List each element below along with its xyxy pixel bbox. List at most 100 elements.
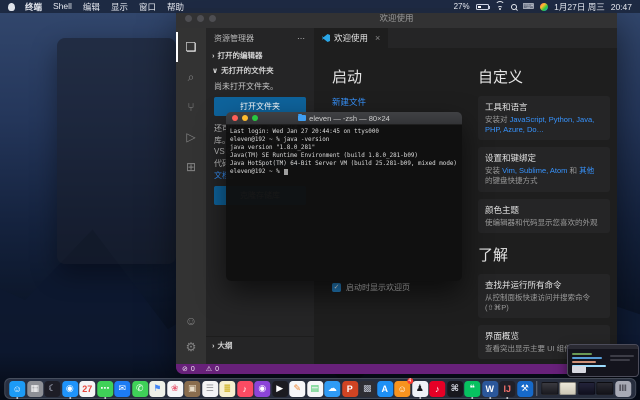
extensions-icon[interactable]: ⊞	[176, 152, 206, 182]
menu-item[interactable]: 编辑	[83, 1, 100, 13]
minimized-window-preview[interactable]	[567, 344, 639, 377]
finder[interactable]: ☺	[9, 381, 25, 397]
warnings-count: 0	[215, 366, 219, 373]
status-bar[interactable]: ⊘ 0 ⚠ 0	[176, 364, 617, 374]
maps[interactable]: ⚑	[149, 381, 165, 397]
wechat[interactable]: ❝	[464, 381, 480, 397]
preview-titlebar	[568, 345, 638, 349]
xcode[interactable]: ⚒	[517, 381, 533, 397]
minimize-window-button[interactable]	[197, 15, 204, 22]
desc-segment: 从控制面板快速访问并搜索命令 (⇧⌘P)	[485, 293, 590, 312]
dict-app[interactable]: ☺	[394, 381, 410, 397]
terminal-titlebar[interactable]: eleven — -zsh — 80×24	[226, 112, 462, 125]
podcasts[interactable]: ◉	[254, 381, 270, 397]
card-all-commands[interactable]: 查找并运行所有命令 从控制面板快速访问并搜索命令 (⇧⌘P)	[478, 274, 610, 318]
messages[interactable]: ⋯	[97, 381, 113, 397]
wifi-icon[interactable]	[495, 3, 505, 11]
apple-menu-icon[interactable]	[8, 3, 15, 11]
menu-item[interactable]: 窗口	[139, 1, 156, 13]
search-icon[interactable]: ⌕	[176, 62, 206, 92]
background-window[interactable]	[57, 38, 176, 264]
input-source-icon[interactable]: ⌨	[523, 2, 535, 11]
grille-app[interactable]: ▩	[359, 381, 375, 397]
terminal-title: eleven — -zsh — 80×24	[309, 114, 390, 123]
trash-icon[interactable]: Ⅲ	[615, 381, 631, 397]
close-window-button[interactable]	[232, 115, 238, 121]
cloud-app[interactable]: ☁	[324, 381, 340, 397]
minimized-code-window[interactable]	[578, 382, 595, 395]
qq[interactable]: ♟	[412, 381, 428, 397]
mail[interactable]: ✉	[114, 381, 130, 397]
show-welcome-checkbox-row[interactable]: ✓ 启动时显示欢迎页	[332, 282, 410, 293]
menu-item[interactable]: 显示	[111, 1, 128, 13]
calendar[interactable]: 27	[79, 381, 95, 397]
box-app[interactable]: ▣	[184, 381, 200, 397]
notes[interactable]: ≣	[219, 381, 235, 397]
powerpoint[interactable]: P	[342, 381, 358, 397]
numbers[interactable]: ▤	[307, 381, 323, 397]
minimize-window-button[interactable]	[242, 115, 248, 121]
night-app[interactable]: ☾	[44, 381, 60, 397]
battery-percentage: 27%	[454, 2, 470, 11]
run-debug-icon[interactable]: ▷	[176, 122, 206, 152]
terminal-window-controls	[232, 115, 258, 121]
colorful-app-icon[interactable]	[540, 3, 548, 11]
safari[interactable]: ◉	[62, 381, 78, 397]
account-icon[interactable]: ☺	[176, 308, 206, 334]
chevron-down-icon: ∨	[212, 66, 218, 75]
errors-icon: ⊘	[182, 365, 188, 373]
new-file-link[interactable]: 新建文件	[332, 96, 462, 108]
open-editors-section[interactable]: › 打开的编辑器	[206, 48, 314, 63]
black-app[interactable]: ⌘	[447, 381, 463, 397]
explorer-icon[interactable]: ❏	[176, 32, 206, 62]
more-actions-icon[interactable]: ⋯	[297, 34, 306, 43]
customize-heading: 自定义	[478, 66, 610, 87]
checkbox-checked-icon[interactable]: ✓	[332, 283, 341, 292]
terminal-content[interactable]: Last login: Wed Jan 27 20:44:45 on ttys0…	[226, 125, 462, 281]
minimized-dark-window[interactable]	[596, 382, 613, 395]
window-controls	[185, 15, 216, 22]
terminal-line: java version "1.8.0_281"	[230, 144, 458, 152]
zoom-window-button[interactable]	[252, 115, 258, 121]
outline-section[interactable]: › 大纲	[206, 336, 314, 354]
preview-panel	[572, 366, 586, 373]
minimized-terminal-window[interactable]	[541, 382, 558, 395]
code-line	[572, 361, 596, 363]
checkbox-label: 启动时显示欢迎页	[346, 282, 410, 293]
menu-item[interactable]: 终端	[25, 1, 42, 13]
close-icon[interactable]: ×	[375, 33, 380, 43]
zoom-window-button[interactable]	[209, 15, 216, 22]
pages[interactable]: ✎	[289, 381, 305, 397]
tab-welcome[interactable]: 欢迎使用 ×	[314, 28, 388, 48]
card-settings-keybindings[interactable]: 设置和键绑定 安装 Vim, Sublime, Atom 和 其他 的键盘快捷方…	[478, 147, 610, 191]
menubar-date[interactable]: 1月27日 周三	[554, 1, 605, 13]
launchpad[interactable]: ▦	[27, 381, 43, 397]
spotlight-search-icon[interactable]	[511, 4, 517, 10]
terminal-cursor	[284, 169, 288, 176]
card-color-theme[interactable]: 颜色主题 使编辑器和代码显示您喜欢的外观	[478, 199, 610, 233]
music[interactable]: ♪	[237, 381, 253, 397]
menubar-clock[interactable]: 20:47	[611, 2, 632, 12]
battery-icon[interactable]	[476, 4, 489, 10]
code-line	[610, 355, 634, 357]
photos[interactable]: ❀	[167, 381, 183, 397]
minimized-maps-window[interactable]	[559, 382, 576, 395]
reminders[interactable]: ☰	[202, 381, 218, 397]
facetime[interactable]: ✆	[132, 381, 148, 397]
netease-music[interactable]: ♪	[429, 381, 445, 397]
menu-item[interactable]: Shell	[53, 1, 72, 13]
source-control-icon[interactable]: ⑂	[176, 92, 206, 122]
card-tools-languages[interactable]: 工具和语言 安装对 JavaScript, Python, Java, PHP,…	[478, 96, 610, 140]
terminal-line: Java(TM) SE Runtime Environment (build 1…	[230, 152, 458, 160]
no-folder-section[interactable]: ∨ 无打开的文件夹	[206, 63, 314, 78]
word[interactable]: W	[482, 381, 498, 397]
terminal-prompt: eleven@192 ~ %	[230, 168, 283, 176]
app-store[interactable]: A	[377, 381, 393, 397]
menu-item[interactable]: 帮助	[167, 1, 184, 13]
terminal-prompt-row: eleven@192 ~ %	[230, 168, 458, 176]
tv[interactable]: ▶	[272, 381, 288, 397]
start-heading: 启动	[332, 66, 462, 87]
close-window-button[interactable]	[185, 15, 192, 22]
idea[interactable]: IJ	[499, 381, 515, 397]
settings-gear-icon[interactable]: ⚙	[176, 334, 206, 360]
